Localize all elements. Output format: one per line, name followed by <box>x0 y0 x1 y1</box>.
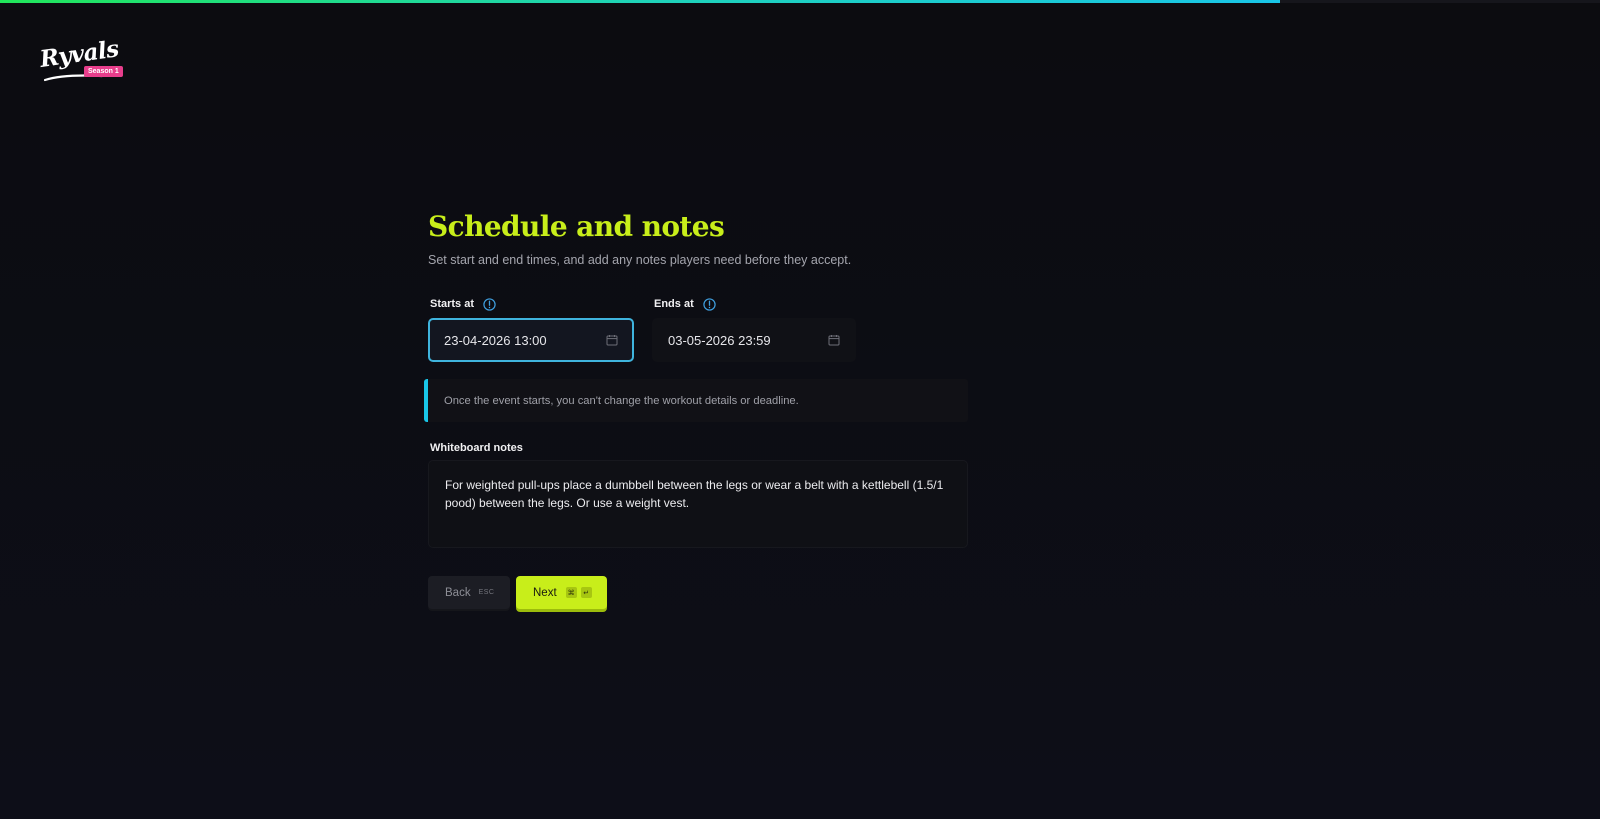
ryvals-logo[interactable]: Ryvals Season 1 <box>38 35 124 84</box>
back-button[interactable]: Back ESC <box>428 576 510 609</box>
info-icon[interactable] <box>703 297 716 311</box>
whiteboard-notes-label: Whiteboard notes <box>430 442 523 454</box>
page-subtitle: Set start and end times, and add any not… <box>428 253 852 267</box>
season-badge: Season 1 <box>84 66 123 77</box>
ends-at-label: Ends at <box>654 298 694 310</box>
command-key-icon: ⌘ <box>565 587 577 598</box>
info-icon[interactable] <box>483 297 496 311</box>
esc-shortcut-hint: ESC <box>478 589 495 596</box>
starts-at-value: 23-04-2026 13:00 <box>444 332 547 348</box>
back-button-label: Back <box>445 586 471 599</box>
ends-at-group: Ends at 03-05-2026 23:59 <box>652 297 856 362</box>
progress-fill <box>0 0 1280 3</box>
ends-at-input[interactable]: 03-05-2026 23:59 <box>652 318 856 362</box>
whiteboard-notes-textarea[interactable]: For weighted pull-ups place a dumbbell b… <box>428 460 968 548</box>
page-title: Schedule and notes <box>428 210 725 243</box>
date-fields: Starts at 23-04-2026 13:00 Ends at 03-05… <box>428 297 968 362</box>
next-button-label: Next <box>533 586 557 599</box>
enter-key-icon: ↵ <box>580 587 592 598</box>
starts-at-input[interactable]: 23-04-2026 13:00 <box>428 318 634 362</box>
schedule-form: Schedule and notes Set start and end tim… <box>424 210 968 609</box>
progress-bar <box>0 0 1600 3</box>
ends-at-value: 03-05-2026 23:59 <box>668 332 771 348</box>
start-lock-notice: Once the event starts, you can't change … <box>424 379 968 422</box>
starts-at-label: Starts at <box>430 298 475 310</box>
starts-at-group: Starts at 23-04-2026 13:00 <box>428 297 634 362</box>
next-button[interactable]: Next ⌘ ↵ <box>516 576 607 609</box>
form-actions: Back ESC Next ⌘ ↵ <box>428 576 968 609</box>
calendar-icon[interactable] <box>606 334 618 346</box>
calendar-icon[interactable] <box>828 334 840 346</box>
